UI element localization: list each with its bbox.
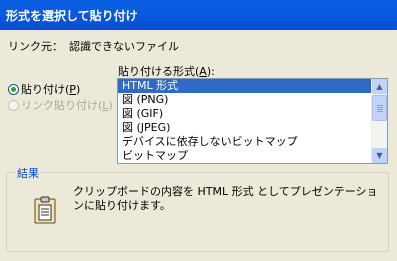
format-item-jpeg[interactable]: 図 (JPEG)	[118, 121, 372, 135]
format-item-dib[interactable]: デバイスに依存しないビットマップ	[118, 135, 372, 149]
format-listbox[interactable]: HTML 形式 図 (PNG) 図 (GIF) 図 (JPEG) デバイスに依存…	[117, 78, 388, 164]
grip-line	[377, 109, 383, 110]
paste-link-radio[interactable]	[8, 99, 19, 111]
chevron-up-icon: ▲	[376, 82, 383, 91]
format-list-scrollbar[interactable]: ▲ ▼	[371, 79, 387, 163]
link-source-label: リンク元：	[8, 40, 63, 53]
format-item-bitmap[interactable]: ビットマップ	[118, 149, 372, 163]
clipboard-icon	[34, 196, 56, 224]
format-item-png[interactable]: 図 (PNG)	[118, 93, 372, 107]
paste-option[interactable]: 貼り付け(P)	[8, 81, 80, 97]
grip-line	[377, 111, 383, 112]
format-item-html[interactable]: HTML 形式	[118, 79, 372, 93]
grip-line	[377, 105, 383, 106]
paste-radio-label[interactable]: 貼り付け(P)	[21, 81, 80, 97]
scroll-thumb[interactable]	[372, 95, 387, 121]
result-description: クリップボードの内容を HTML 形式 としてプレゼンテーションに貼り付けます。	[73, 185, 378, 212]
result-group: 結果 クリップボードの内容を HTML 形式 としてプレゼンテーションに貼り付け…	[6, 165, 389, 252]
link-source: リンク元： 認識できないファイル	[8, 38, 179, 54]
paste-link-option[interactable]: リンク貼り付け(L)	[8, 97, 113, 113]
link-source-value: 認識できないファイル	[69, 40, 179, 53]
format-item-gif[interactable]: 図 (GIF)	[118, 107, 372, 121]
dialog-title: 形式を選択して貼り付け	[6, 9, 138, 23]
paste-special-dialog: 形式を選択して貼り付け リンク元： 認識できないファイル 貼り付け(P) リンク貼…	[0, 0, 397, 261]
chevron-down-icon: ▼	[376, 151, 383, 160]
format-list-label: 貼り付ける形式(A):	[118, 65, 215, 78]
title-bar[interactable]: 形式を選択して貼り付け	[0, 0, 397, 30]
paste-link-radio-label[interactable]: リンク貼り付け(L)	[21, 97, 113, 113]
grip-line	[377, 107, 383, 108]
paste-radio[interactable]	[8, 83, 19, 95]
scroll-down-button[interactable]: ▼	[372, 148, 387, 163]
format-list-items: HTML 形式 図 (PNG) 図 (GIF) 図 (JPEG) デバイスに依存…	[118, 79, 372, 163]
scroll-up-button[interactable]: ▲	[372, 79, 387, 94]
result-group-title: 結果	[15, 165, 41, 181]
